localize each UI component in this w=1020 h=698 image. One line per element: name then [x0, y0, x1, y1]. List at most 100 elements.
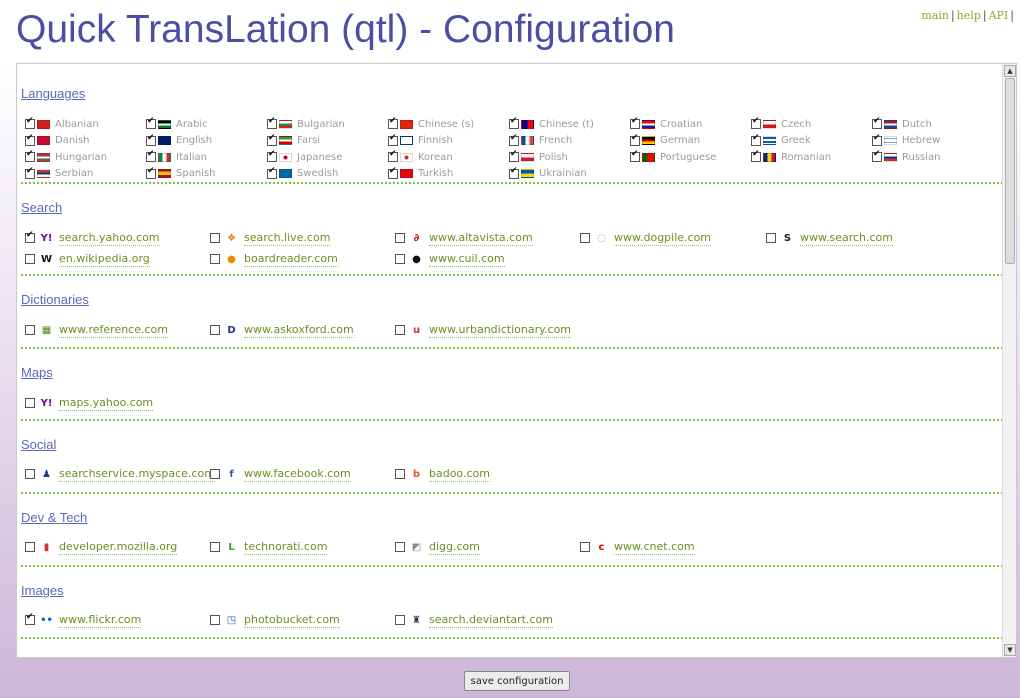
site-link[interactable]: en.wikipedia.org [59, 252, 150, 267]
site-link[interactable]: www.cuil.com [429, 252, 505, 267]
site-option[interactable]: ▦ www.reference.com [25, 321, 168, 339]
checkbox[interactable] [267, 133, 277, 146]
checkbox[interactable] [25, 469, 35, 479]
checkbox[interactable] [267, 149, 277, 162]
language-option[interactable]: Arabic [146, 116, 208, 132]
site-option[interactable]: f www.facebook.com [210, 465, 351, 483]
checkbox[interactable] [210, 469, 220, 479]
scroll-down-arrow-icon[interactable]: ▼ [1004, 644, 1016, 656]
site-link[interactable]: www.altavista.com [429, 231, 533, 246]
site-link[interactable]: boardreader.com [244, 252, 338, 267]
site-link[interactable]: badoo.com [429, 467, 490, 482]
checkbox[interactable] [766, 233, 776, 243]
images-heading[interactable]: Images [21, 583, 64, 598]
checkbox[interactable] [267, 166, 277, 179]
checkbox[interactable] [630, 133, 640, 146]
language-option[interactable]: Hungarian [25, 149, 107, 165]
site-option[interactable]: ▮ developer.mozilla.org [25, 538, 178, 556]
checkbox[interactable] [25, 612, 35, 625]
checkbox[interactable] [25, 166, 35, 179]
checkbox[interactable] [751, 116, 761, 129]
checkbox[interactable] [210, 233, 220, 243]
language-option[interactable]: Swedish [267, 166, 338, 182]
site-option[interactable]: u www.urbandictionary.com [395, 321, 572, 339]
site-option[interactable]: ● www.cuil.com [395, 250, 505, 268]
maps-heading[interactable]: Maps [21, 365, 53, 380]
help-link[interactable]: help [957, 9, 981, 22]
language-option[interactable]: Japanese [267, 149, 342, 165]
language-option[interactable]: English [146, 133, 212, 149]
devtech-heading[interactable]: Dev & Tech [21, 510, 87, 525]
search-heading[interactable]: Search [21, 200, 62, 215]
site-option[interactable]: Wen.wikipedia.org [25, 250, 150, 268]
checkbox[interactable] [751, 149, 761, 162]
site-link[interactable]: search.live.com [244, 231, 331, 246]
checkbox[interactable] [210, 542, 220, 552]
checkbox[interactable] [388, 149, 398, 162]
site-option[interactable]: Swww.search.com [766, 229, 894, 247]
site-link[interactable]: developer.mozilla.org [59, 540, 178, 555]
checkbox[interactable] [630, 149, 640, 162]
checkbox[interactable] [509, 133, 519, 146]
site-option[interactable]: Dwww.askoxford.com [210, 321, 354, 339]
checkbox[interactable] [25, 133, 35, 146]
language-option[interactable]: Polish [509, 149, 568, 165]
site-option[interactable]: c www.cnet.com [580, 538, 695, 556]
language-option[interactable]: Chinese (t) [509, 116, 594, 132]
language-option[interactable]: Serbian [25, 166, 93, 182]
site-option[interactable]: ◳ photobucket.com [210, 611, 340, 629]
save-configuration-button[interactable]: save configuration [464, 671, 570, 691]
site-option[interactable]: Y! maps.yahoo.com [25, 394, 154, 412]
site-link[interactable]: www.reference.com [59, 323, 168, 338]
checkbox[interactable] [146, 166, 156, 179]
site-option[interactable]: Ltechnorati.com [210, 538, 328, 556]
checkbox[interactable] [395, 469, 405, 479]
checkbox[interactable] [25, 325, 35, 335]
checkbox[interactable] [25, 254, 35, 264]
language-option[interactable]: Croatian [630, 116, 702, 132]
checkbox[interactable] [25, 149, 35, 162]
social-heading[interactable]: Social [21, 437, 56, 452]
language-option[interactable]: Ukrainian [509, 166, 587, 182]
checkbox[interactable] [146, 133, 156, 146]
language-option[interactable]: Italian [146, 149, 207, 165]
checkbox[interactable] [580, 233, 590, 243]
checkbox[interactable] [395, 615, 405, 625]
scroll-up-arrow-icon[interactable]: ▲ [1004, 65, 1016, 77]
site-option[interactable]: ◌ www.dogpile.com [580, 229, 712, 247]
checkbox[interactable] [395, 325, 405, 335]
checkbox[interactable] [210, 325, 220, 335]
language-option[interactable]: Chinese (s) [388, 116, 474, 132]
languages-heading[interactable]: Languages [21, 86, 85, 101]
site-link[interactable]: www.facebook.com [244, 467, 351, 482]
site-link[interactable]: www.urbandictionary.com [429, 323, 572, 338]
checkbox[interactable] [395, 233, 405, 243]
language-option[interactable]: Turkish [388, 166, 453, 182]
language-option[interactable]: Albanian [25, 116, 99, 132]
site-link[interactable]: www.dogpile.com [614, 231, 712, 246]
language-option[interactable]: German [630, 133, 700, 149]
language-option[interactable]: Czech [751, 116, 811, 132]
language-option[interactable]: Russian [872, 149, 941, 165]
checkbox[interactable] [388, 116, 398, 129]
language-option[interactable]: Spanish [146, 166, 216, 182]
checkbox[interactable] [395, 542, 405, 552]
language-option[interactable]: Hebrew [872, 133, 940, 149]
checkbox[interactable] [872, 116, 882, 129]
site-link[interactable]: maps.yahoo.com [59, 396, 154, 411]
checkbox[interactable] [509, 149, 519, 162]
checkbox[interactable] [872, 149, 882, 162]
language-option[interactable]: Farsi [267, 133, 320, 149]
site-option[interactable]: ♟ searchservice.myspace.com [25, 465, 215, 483]
vertical-scrollbar[interactable]: ▲ ▼ [1002, 64, 1016, 657]
site-option[interactable]: ♜ search.deviantart.com [395, 611, 553, 629]
checkbox[interactable] [146, 149, 156, 162]
checkbox[interactable] [630, 116, 640, 129]
api-link[interactable]: API [989, 9, 1009, 22]
site-link[interactable]: technorati.com [244, 540, 328, 555]
language-option[interactable]: Portuguese [630, 149, 716, 165]
checkbox[interactable] [210, 254, 220, 264]
site-link[interactable]: www.search.com [800, 231, 894, 246]
checkbox[interactable] [388, 166, 398, 179]
language-option[interactable]: Bulgarian [267, 116, 345, 132]
